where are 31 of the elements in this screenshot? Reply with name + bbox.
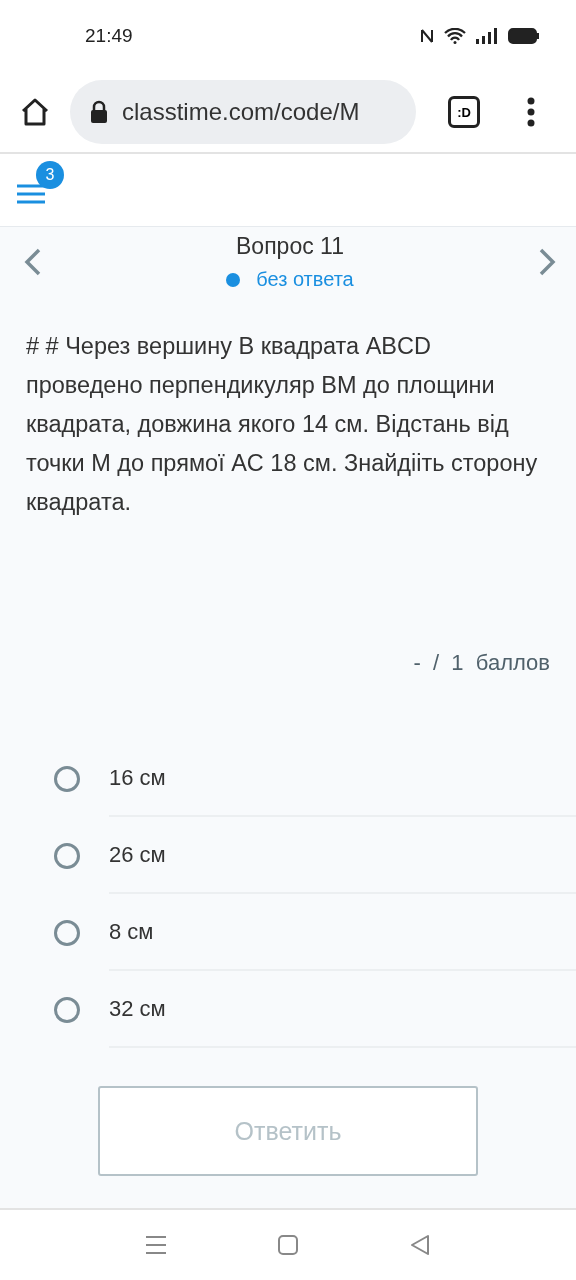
answer-status: без ответа xyxy=(256,268,354,291)
score-text: - / 1 баллов xyxy=(413,650,550,676)
recent-apps-icon[interactable] xyxy=(145,1235,167,1255)
question-text: # # Через вершину B квадрата ABCD проведено перпендикуляр BM до площини квадрата, довжина якого 14 см. Відстань від точки M до прямої AC 18 см. Знайдііть сторону квадрата. xyxy=(26,332,539,517)
option-label[interactable]: 32 см xyxy=(109,971,576,1048)
option-label[interactable]: 8 см xyxy=(109,894,576,971)
radio-button[interactable] xyxy=(54,765,80,792)
nfc-icon xyxy=(420,28,434,44)
more-menu-icon[interactable] xyxy=(526,97,536,127)
signal-icon xyxy=(476,28,498,44)
status-dot xyxy=(226,272,241,287)
home-square-icon[interactable] xyxy=(277,1234,299,1256)
home-icon[interactable] xyxy=(20,97,50,127)
chevron-left-icon[interactable] xyxy=(24,248,42,276)
notification-badge: 3 xyxy=(36,161,64,189)
back-icon[interactable] xyxy=(409,1234,431,1256)
chevron-right-icon[interactable] xyxy=(538,248,556,276)
tab-switcher-button[interactable]: :D xyxy=(448,96,480,128)
url-text: classtime.com/code/M xyxy=(122,98,360,126)
radio-button[interactable] xyxy=(54,919,80,946)
radio-button[interactable] xyxy=(54,996,80,1023)
address-bar[interactable]: classtime.com/code/M xyxy=(70,80,416,144)
battery-icon xyxy=(508,28,540,44)
radio-button[interactable] xyxy=(54,842,80,869)
option-label[interactable]: 26 см xyxy=(109,817,576,894)
menu-icon[interactable] xyxy=(16,183,48,205)
wifi-icon xyxy=(444,28,466,44)
lock-icon xyxy=(90,100,108,124)
option-label[interactable]: 16 см xyxy=(109,740,576,817)
status-time: 21:49 xyxy=(85,25,133,47)
question-title: Вопрос 11 xyxy=(236,233,344,260)
